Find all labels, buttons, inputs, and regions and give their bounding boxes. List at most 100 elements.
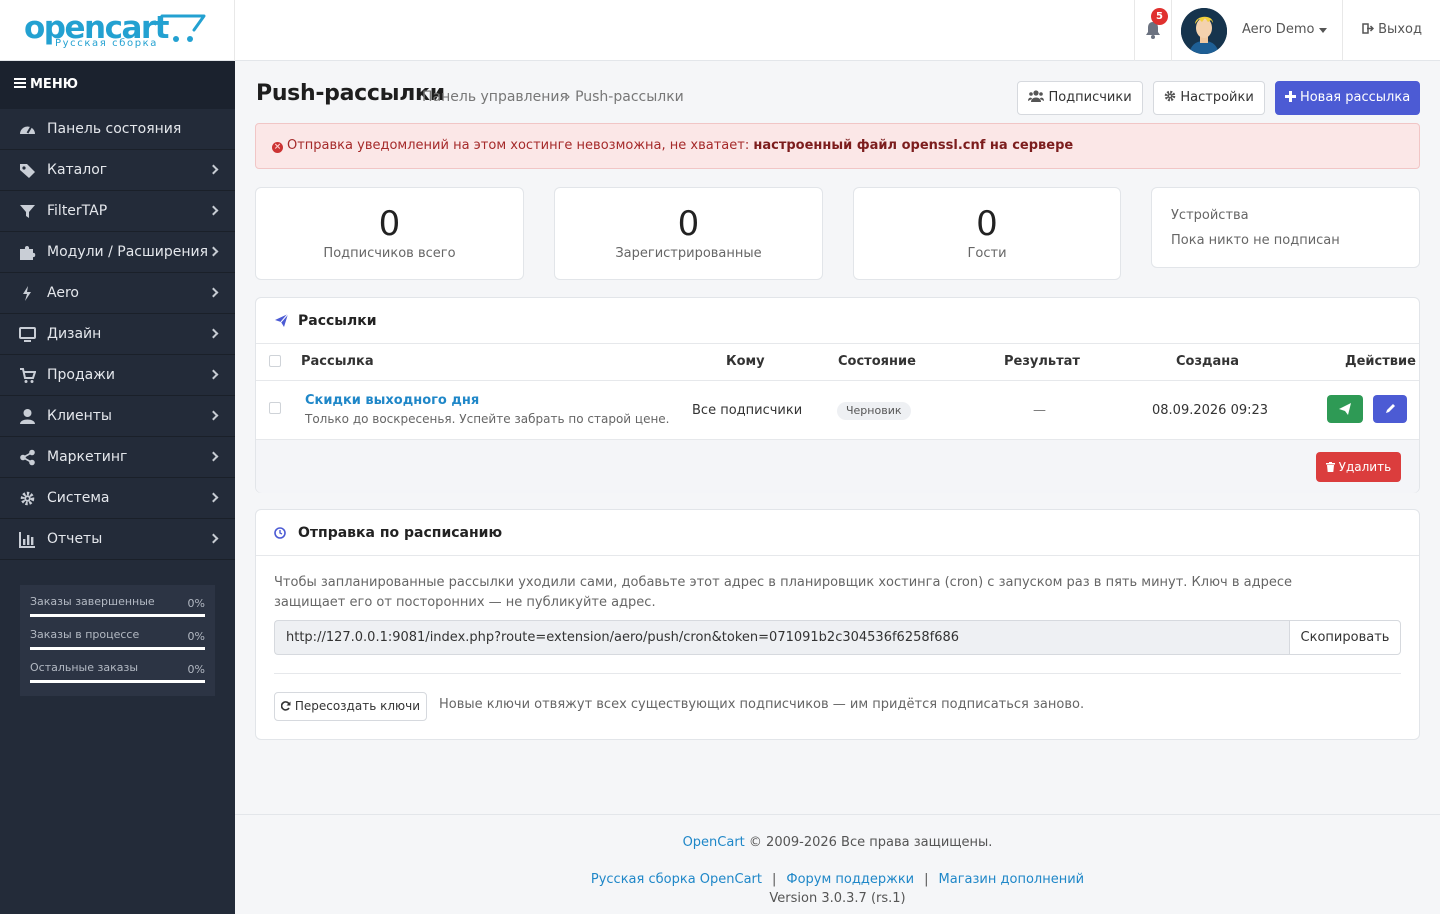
column-header[interactable]: Создана [1176, 354, 1239, 369]
sidebar-item-reports[interactable]: Отчеты [0, 519, 235, 560]
cron-url-field[interactable]: http://127.0.0.1:9081/index.php?route=ex… [274, 620, 1289, 655]
chevron-right-icon [208, 246, 219, 257]
bolt-icon [23, 286, 31, 301]
progress-bar [30, 680, 205, 683]
stat-completed: Заказы завершенные 0% [30, 595, 205, 628]
stat-value: 0% [187, 630, 205, 643]
sidebar-item-marketing[interactable]: Маркетинг [0, 437, 235, 478]
error-alert: × Отправка уведомлений на этом хостинге н… [255, 123, 1420, 169]
progress-bar [30, 647, 205, 650]
gear-icon [20, 491, 35, 506]
devices-title: Устройства [1171, 208, 1249, 223]
tags-icon [20, 164, 35, 178]
column-header[interactable]: Состояние [838, 354, 916, 369]
breadcrumb-dashboard[interactable]: Панель управления [422, 89, 568, 105]
logout-link[interactable]: Выход [1362, 22, 1422, 37]
edit-button[interactable] [1373, 395, 1407, 423]
sidebar-item-label: Система [47, 490, 110, 506]
button-label: Подписчики [1048, 90, 1132, 105]
chevron-right-icon [208, 492, 219, 503]
stat-number: 0 [378, 204, 401, 244]
campaign-name-link[interactable]: Скидки выходного дня [305, 393, 479, 408]
button-label: Удалить [1338, 460, 1392, 474]
breadcrumb-current[interactable]: › Push-рассылки [565, 89, 684, 105]
gear-icon [1164, 90, 1176, 102]
order-stats: Заказы завершенные 0% Заказы в процессе … [20, 585, 215, 696]
button-label: Новая рассылка [1299, 90, 1411, 105]
schedule-panel: Отправка по расписанию Чтобы запланирова… [255, 509, 1420, 740]
avatar[interactable] [1181, 8, 1227, 54]
stat-value: 0% [187, 663, 205, 676]
sidebar-item-label: Маркетинг [47, 449, 128, 465]
stat-label: Гости [967, 246, 1007, 261]
users-icon [1028, 90, 1045, 102]
row-checkbox[interactable] [269, 402, 281, 414]
header-divider [1342, 0, 1343, 61]
regenerate-keys-button[interactable]: Пересоздать ключи [274, 692, 427, 721]
button-label: Пересоздать ключи [294, 699, 420, 713]
select-all-checkbox[interactable] [269, 355, 281, 367]
stat-label: Зарегистрированные [615, 246, 762, 261]
sidebar-item-label: FilterTAP [47, 203, 108, 219]
settings-button[interactable]: Настройки [1153, 81, 1265, 115]
sidebar-item-label: Модули / Расширения [47, 244, 209, 260]
copy-button[interactable]: Скопировать [1289, 620, 1401, 655]
new-campaign-button[interactable]: Новая рассылка [1275, 81, 1420, 115]
opencart-logo[interactable]: opencart Русская сборка [0, 0, 235, 61]
column-header[interactable]: Кому [726, 354, 765, 369]
share-icon [20, 449, 35, 466]
footer-link-forum[interactable]: Форум поддержки [786, 872, 914, 887]
footer-link-rs[interactable]: Русская сборка OpenCart [591, 872, 762, 887]
menu-header[interactable]: МЕНЮ [0, 61, 235, 109]
sidebar-item-customers[interactable]: Клиенты [0, 396, 235, 437]
paper-plane-icon [275, 313, 289, 327]
times-circle-icon: × [272, 142, 283, 153]
status-badge: Черновик [837, 402, 911, 420]
user-name[interactable]: Aero Demo [1242, 22, 1314, 37]
top-header: opencart Русская сборка 5 Aero Demo Выхо… [0, 0, 1440, 61]
stat-card-guests: 0 Гости [853, 187, 1121, 280]
panel-header: Отправка по расписанию [256, 510, 1419, 556]
footer-link-store[interactable]: Магазин дополнений [939, 872, 1085, 887]
devices-card: Устройства Пока никто не подписан [1151, 187, 1420, 268]
header-divider [1134, 0, 1135, 61]
sidebar-item-design[interactable]: Дизайн [0, 314, 235, 355]
send-button[interactable] [1327, 395, 1363, 423]
footer-links: Русская сборка OpenCart | Форум поддержки |… [235, 872, 1440, 887]
column-header: Действие [1345, 354, 1416, 369]
bar-chart-icon [19, 532, 35, 548]
sidebar-item-system[interactable]: Система [0, 478, 235, 519]
stat-label: Заказы в процессе [30, 628, 140, 641]
sidebar-item-sales[interactable]: Продажи [0, 355, 235, 396]
chevron-right-icon [208, 328, 219, 339]
sidebar-item-aero[interactable]: Aero [0, 273, 235, 314]
chevron-right-icon [208, 287, 219, 298]
column-header[interactable]: Рассылка [301, 354, 374, 369]
chevron-down-icon[interactable] [1319, 28, 1327, 33]
sidebar-item-filtertap[interactable]: FilterTAP [0, 191, 235, 232]
sidebar-item-dashboard[interactable]: Панель состояния [0, 109, 235, 150]
regenerate-note: Новые ключи отвяжут всех существующих по… [439, 697, 1085, 712]
sidebar-item-catalog[interactable]: Каталог [0, 150, 235, 191]
sidebar-item-label: Панель состояния [47, 121, 182, 137]
column-header[interactable]: Результат [1004, 354, 1080, 369]
campaign-audience: Все подписчики [692, 403, 803, 418]
sign-out-icon [1362, 23, 1375, 34]
breadcrumb-label: Push-рассылки [575, 89, 684, 105]
notification-badge: 5 [1151, 8, 1168, 25]
user-icon [20, 409, 35, 424]
paper-plane-icon [1339, 403, 1351, 415]
copyright-text: © 2009-2026 Все права защищены. [748, 835, 993, 850]
alert-text: Отправка уведомлений на этом хостинге не… [287, 138, 750, 153]
opencart-link[interactable]: OpenCart [683, 835, 745, 850]
sidebar-item-label: Отчеты [47, 531, 103, 547]
table-footer: Удалить [256, 439, 1419, 493]
stat-label: Подписчиков всего [323, 246, 456, 261]
delete-button[interactable]: Удалить [1316, 452, 1401, 482]
chevron-right-icon [208, 410, 219, 421]
subscribers-button[interactable]: Подписчики [1017, 81, 1143, 115]
cart-icon [20, 368, 36, 383]
sidebar-item-modules[interactable]: Модули / Расширения [0, 232, 235, 273]
devices-text: Пока никто не подписан [1171, 233, 1340, 248]
chevron-right-icon [208, 451, 219, 462]
